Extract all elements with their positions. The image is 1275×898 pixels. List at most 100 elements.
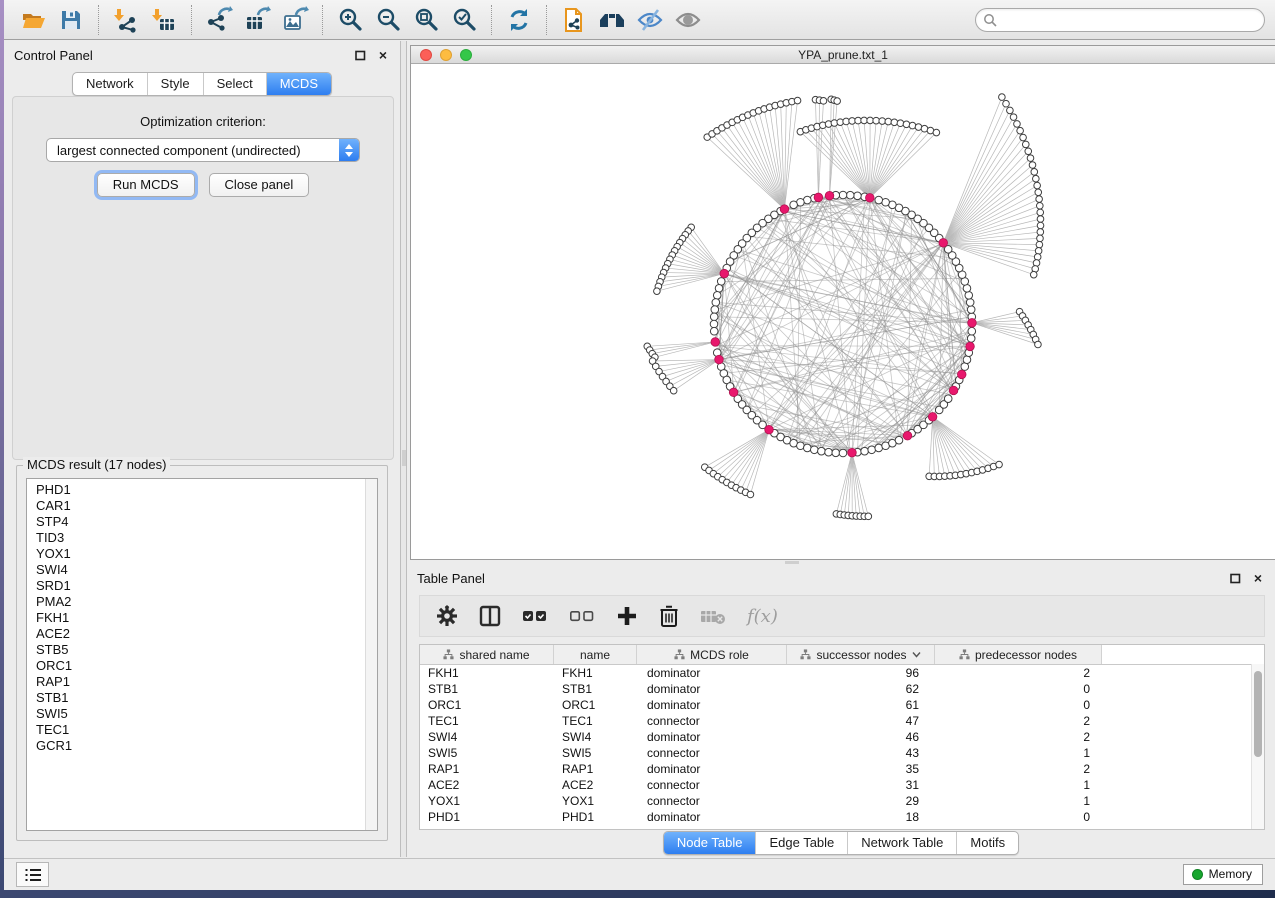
network-node[interactable]	[968, 327, 976, 335]
network-node[interactable]	[1037, 235, 1044, 242]
mcds-result-item[interactable]: FKH1	[36, 610, 377, 626]
network-node[interactable]	[1037, 222, 1044, 229]
table-row[interactable]: ORC1ORC1dominator610	[420, 697, 1264, 713]
export-network-icon[interactable]	[203, 4, 235, 36]
network-node[interactable]	[865, 513, 872, 520]
network-view[interactable]	[411, 64, 1275, 560]
export-image-icon[interactable]	[279, 4, 311, 36]
network-node[interactable]	[967, 306, 975, 314]
network-node[interactable]	[861, 447, 869, 455]
export-table-icon[interactable]	[241, 4, 273, 36]
network-node[interactable]	[713, 291, 721, 299]
mcds-node[interactable]	[939, 239, 948, 248]
search-box[interactable]	[975, 8, 1265, 32]
column-header-predecessor-nodes[interactable]: predecessor nodes	[935, 645, 1102, 664]
mcds-node[interactable]	[968, 319, 977, 328]
network-node[interactable]	[839, 449, 847, 457]
network-node[interactable]	[854, 192, 862, 200]
column-header-shared-name[interactable]: shared name	[420, 645, 554, 664]
network-node[interactable]	[1037, 229, 1044, 236]
network-node[interactable]	[1030, 271, 1037, 278]
delete-table-icon[interactable]	[700, 601, 726, 631]
tab-node-table[interactable]: Node Table	[664, 832, 756, 854]
mcds-result-list[interactable]: PHD1CAR1STP4TID3YOX1SWI4SRD1PMA2FKH1ACE2…	[26, 478, 378, 831]
mcds-node[interactable]	[949, 386, 958, 395]
import-network-icon[interactable]	[110, 4, 142, 36]
network-node[interactable]	[944, 395, 952, 403]
network-node[interactable]	[966, 299, 974, 307]
mcds-node[interactable]	[957, 370, 966, 379]
network-node[interactable]	[967, 335, 975, 343]
tab-network-table[interactable]: Network Table	[847, 832, 956, 854]
network-node[interactable]	[1003, 100, 1010, 107]
network-node[interactable]	[1035, 341, 1042, 348]
table-row[interactable]: TEC1TEC1connector472	[420, 713, 1264, 729]
column-header-successor-nodes[interactable]: successor nodes	[787, 645, 935, 664]
network-node[interactable]	[711, 306, 719, 314]
table-scrollbar[interactable]	[1251, 664, 1264, 829]
tab-motifs[interactable]: Motifs	[956, 832, 1018, 854]
column-header-name[interactable]: name	[554, 645, 637, 664]
network-node[interactable]	[1020, 134, 1027, 141]
close-window-icon[interactable]	[420, 49, 432, 61]
mcds-result-item[interactable]: STB5	[36, 642, 377, 658]
network-node[interactable]	[715, 284, 723, 292]
network-node[interactable]	[965, 291, 973, 299]
tab-network[interactable]: Network	[73, 73, 147, 95]
mcds-node[interactable]	[928, 412, 937, 421]
show-graphics-details-icon[interactable]	[672, 4, 704, 36]
network-node[interactable]	[1017, 127, 1024, 134]
add-row-icon[interactable]	[616, 601, 638, 631]
float-panel-icon[interactable]	[1228, 571, 1242, 585]
network-node[interactable]	[747, 491, 754, 498]
table-row[interactable]: ACE2ACE2connector311	[420, 777, 1264, 793]
close-panel-icon[interactable]: ×	[1251, 571, 1265, 585]
network-node[interactable]	[790, 201, 798, 209]
tab-edge-table[interactable]: Edge Table	[755, 832, 847, 854]
network-node[interactable]	[710, 320, 718, 328]
network-node[interactable]	[1031, 169, 1038, 176]
mcds-node[interactable]	[966, 342, 975, 351]
mcds-result-item[interactable]: TID3	[36, 530, 377, 546]
mcds-result-item[interactable]: TEC1	[36, 722, 377, 738]
mcds-result-item[interactable]: SWI5	[36, 706, 377, 722]
network-node[interactable]	[897, 120, 904, 127]
mcds-node[interactable]	[720, 269, 729, 278]
mcds-result-item[interactable]: SWI4	[36, 562, 377, 578]
hide-graphics-details-icon[interactable]	[634, 4, 666, 36]
network-node[interactable]	[834, 98, 841, 105]
table-scrollbar-thumb[interactable]	[1254, 671, 1262, 757]
deselect-all-icon[interactable]	[569, 601, 595, 631]
task-history-button[interactable]	[16, 862, 49, 887]
maximize-window-icon[interactable]	[460, 49, 472, 61]
tab-mcds[interactable]: MCDS	[266, 73, 331, 95]
select-all-icon[interactable]	[522, 601, 548, 631]
network-node[interactable]	[996, 461, 1003, 468]
zoom-selected-icon[interactable]	[448, 4, 480, 36]
mcds-result-item[interactable]: YOX1	[36, 546, 377, 562]
network-node[interactable]	[1029, 162, 1036, 169]
network-node[interactable]	[903, 121, 910, 128]
network-node[interactable]	[1034, 182, 1041, 189]
network-node[interactable]	[712, 299, 720, 307]
table-row[interactable]: FKH1FKH1dominator962	[420, 665, 1264, 681]
open-session-icon[interactable]	[17, 4, 49, 36]
network-node[interactable]	[1035, 189, 1042, 196]
table-row[interactable]: SWI4SWI4dominator462	[420, 729, 1264, 745]
mcds-list-scrollbar[interactable]	[365, 479, 377, 830]
network-node[interactable]	[1014, 121, 1021, 128]
zoom-fit-icon[interactable]	[410, 4, 442, 36]
mcds-node[interactable]	[711, 338, 720, 347]
new-network-file-icon[interactable]	[558, 4, 590, 36]
mcds-node[interactable]	[780, 205, 789, 214]
network-node[interactable]	[885, 118, 892, 125]
delete-row-icon[interactable]	[659, 601, 679, 631]
network-node[interactable]	[794, 97, 801, 104]
network-node[interactable]	[1036, 202, 1043, 209]
run-mcds-button[interactable]: Run MCDS	[97, 173, 195, 197]
zoom-in-icon[interactable]	[334, 4, 366, 36]
column-header-mcds-role[interactable]: MCDS role	[637, 645, 787, 664]
network-node[interactable]	[999, 94, 1006, 101]
table-row[interactable]: PHD1PHD1dominator180	[420, 809, 1264, 825]
network-node[interactable]	[710, 313, 718, 321]
